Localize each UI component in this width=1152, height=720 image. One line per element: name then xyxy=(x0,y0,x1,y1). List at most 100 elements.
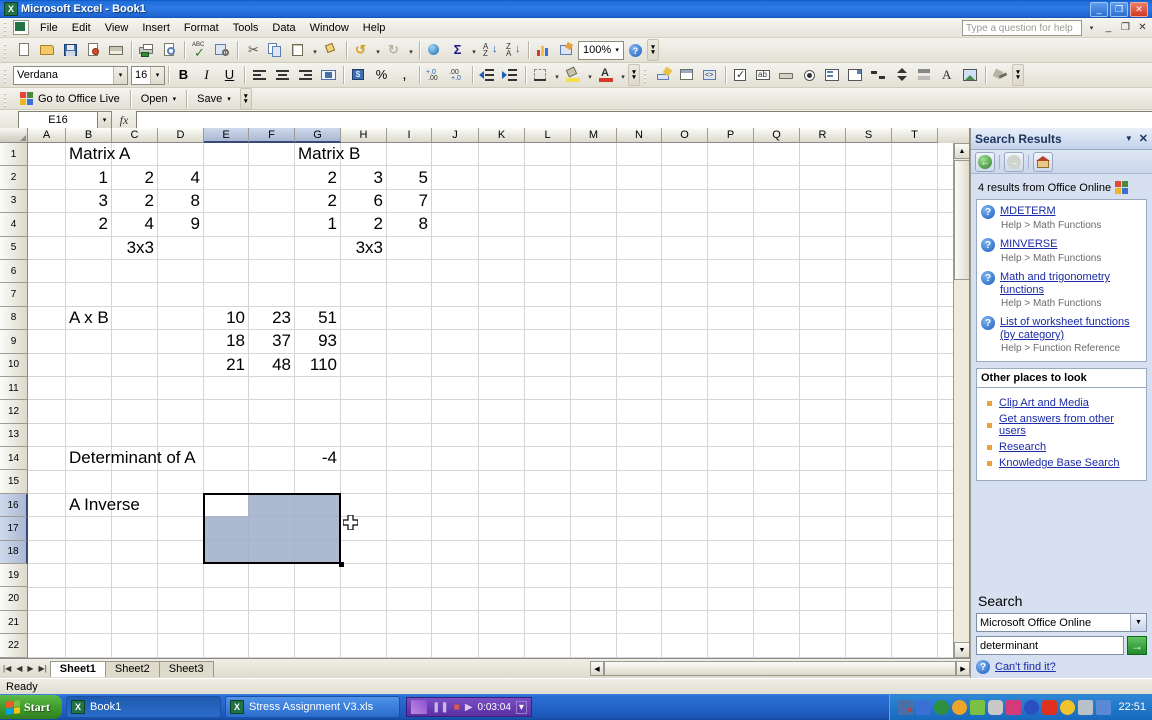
cell-G3[interactable]: 2 xyxy=(295,190,340,212)
cell-B14[interactable]: Determinant of A xyxy=(66,447,199,469)
office-live-toolbar-options-button[interactable]: ▾ ▾ xyxy=(239,87,252,110)
sheet-tab-sheet2[interactable]: Sheet2 xyxy=(104,660,160,677)
office-live-save-button[interactable]: Save ▾ xyxy=(190,90,238,108)
update-icon[interactable] xyxy=(952,699,968,715)
row-header-11[interactable]: 11 xyxy=(0,376,28,401)
row-header-20[interactable]: 20 xyxy=(0,587,28,611)
scroll-down-button[interactable]: ▼ xyxy=(954,642,969,658)
security-icon[interactable] xyxy=(1006,699,1022,715)
column-header-e[interactable]: E xyxy=(204,128,249,143)
menu-item-file[interactable]: File xyxy=(33,20,65,36)
cell-G14[interactable]: -4 xyxy=(295,447,340,469)
row-header-12[interactable]: 12 xyxy=(0,400,28,424)
print-preview-icon[interactable] xyxy=(158,39,181,61)
row-header-6[interactable]: 6 xyxy=(0,259,28,284)
search-input[interactable]: determinant xyxy=(976,636,1124,655)
cut-icon[interactable]: ✂ xyxy=(241,39,264,61)
zoom-dropdown-arrow[interactable]: ▾ xyxy=(611,42,623,59)
menu-item-data[interactable]: Data xyxy=(265,20,302,36)
prev-sheet-button[interactable]: ◀ xyxy=(16,664,22,673)
column-header-r[interactable]: R xyxy=(800,128,846,143)
cell-C4[interactable]: 4 xyxy=(112,213,157,235)
scrollbar-icon[interactable] xyxy=(913,64,936,86)
merge-center-icon[interactable] xyxy=(317,64,340,86)
option-button-icon[interactable] xyxy=(798,64,821,86)
fill-handle[interactable] xyxy=(339,562,344,568)
cell-H2[interactable]: 3 xyxy=(341,166,386,188)
column-header-n[interactable]: N xyxy=(617,128,662,143)
row-header-14[interactable]: 14 xyxy=(0,447,28,471)
toolbar-options-button[interactable]: ▾ ▾ xyxy=(647,39,659,61)
formatting-toolbar-grip[interactable] xyxy=(3,67,10,83)
menu-item-help[interactable]: Help xyxy=(356,20,393,36)
horizontal-scrollbar[interactable]: ◀ ▶ xyxy=(590,661,970,676)
recorder-menu-button[interactable]: ▾ xyxy=(515,700,527,714)
close-icon[interactable]: ✕ xyxy=(1139,132,1148,145)
cell-G4[interactable]: 1 xyxy=(295,213,340,235)
sort-ascending-icon[interactable]: A Z ↓ xyxy=(479,39,502,61)
hyperlink-icon[interactable] xyxy=(423,39,446,61)
column-header-c[interactable]: C xyxy=(112,128,158,143)
align-right-icon[interactable] xyxy=(294,64,317,86)
listbox-icon[interactable] xyxy=(821,64,844,86)
underline-button[interactable]: U xyxy=(218,64,241,86)
column-header-d[interactable]: D xyxy=(158,128,204,143)
vertical-scrollbar[interactable]: ▲ ▼ xyxy=(953,143,969,658)
font-color-icon[interactable]: A xyxy=(595,64,618,86)
textbox-icon[interactable]: ab xyxy=(752,64,775,86)
cell-E10[interactable]: 21 xyxy=(204,354,248,376)
row-header-2[interactable]: 2 xyxy=(0,166,28,190)
row-header-13[interactable]: 13 xyxy=(0,423,28,448)
cell-C2[interactable]: 2 xyxy=(112,166,157,188)
hscroll-left-button[interactable]: ◀ xyxy=(590,661,604,676)
zoom-control[interactable]: 100% ▾ xyxy=(578,40,624,60)
cell-E8[interactable]: 10 xyxy=(204,307,248,329)
cell-C3[interactable]: 2 xyxy=(112,190,157,212)
percent-style-button[interactable]: % xyxy=(370,64,393,86)
row-header-22[interactable]: 22 xyxy=(0,634,28,658)
save-dropdown-arrow[interactable]: ▾ xyxy=(227,95,231,103)
copy-icon[interactable] xyxy=(264,39,287,61)
cell-B8[interactable]: A x B xyxy=(66,307,112,329)
taskbar-item-book1[interactable]: X Book1 xyxy=(66,696,221,718)
column-header-j[interactable]: J xyxy=(432,128,479,143)
help-question-input[interactable]: Type a question for help xyxy=(962,19,1082,36)
search-go-button[interactable]: → xyxy=(1127,636,1147,655)
increase-decimal-icon[interactable]: +.0.00 xyxy=(423,64,446,86)
insert-function-button[interactable]: fx xyxy=(112,111,136,129)
active-cell[interactable] xyxy=(204,494,248,517)
column-header-a[interactable]: A xyxy=(28,128,66,143)
cell-D2[interactable]: 4 xyxy=(158,166,203,188)
other-place-link[interactable]: Get answers from other users xyxy=(999,413,1142,437)
menu-item-tools[interactable]: Tools xyxy=(226,20,266,36)
cant-find-link[interactable]: Can't find it? xyxy=(995,661,1056,673)
clock[interactable]: 22:51 xyxy=(1118,701,1146,713)
chart-wizard-icon[interactable] xyxy=(532,39,555,61)
start-button[interactable]: Start xyxy=(0,695,62,719)
go-to-office-live-button[interactable]: Go to Office Live xyxy=(13,89,127,109)
menu-grip[interactable] xyxy=(3,19,10,36)
paste-icon[interactable] xyxy=(287,39,310,61)
controls-toolbar-grip[interactable] xyxy=(643,67,650,83)
doc-restore-button[interactable]: ❐ xyxy=(1118,21,1133,35)
recorder-play-button[interactable]: ▶ xyxy=(465,702,473,713)
column-header-t[interactable]: T xyxy=(892,128,938,143)
worksheet-grid[interactable]: ABCDEFGHIJKLMNOPQRST 1 2 3 4 5 6 7 8 9 10 11 12 13 14… xyxy=(0,128,970,658)
borders-dropdown-arrow[interactable]: ▾ xyxy=(552,64,562,86)
media-icon[interactable] xyxy=(1024,699,1040,715)
cell-F9[interactable]: 37 xyxy=(249,330,294,352)
screen-recorder-toolbar[interactable]: ❚❚ ■ ▶ 0:03:04 ▾ xyxy=(406,697,532,717)
row-header-19[interactable]: 19 xyxy=(0,564,28,588)
result-title-link[interactable]: MINVERSE xyxy=(1000,238,1057,251)
cell-I4[interactable]: 8 xyxy=(387,213,431,235)
first-sheet-button[interactable]: |◀ xyxy=(3,664,11,673)
font-size-combobox[interactable]: 16 ▾ xyxy=(131,65,165,85)
row-header-3[interactable]: 3 xyxy=(0,189,28,214)
standard-toolbar-grip[interactable] xyxy=(3,42,10,58)
column-header-o[interactable]: O xyxy=(662,128,708,143)
other-place-link[interactable]: Clip Art and Media xyxy=(999,397,1089,409)
row-header-16[interactable]: 16 xyxy=(0,493,28,518)
font-size-dropdown-arrow[interactable]: ▾ xyxy=(150,66,164,84)
column-header-k[interactable]: K xyxy=(479,128,525,143)
column-header-p[interactable]: P xyxy=(708,128,754,143)
